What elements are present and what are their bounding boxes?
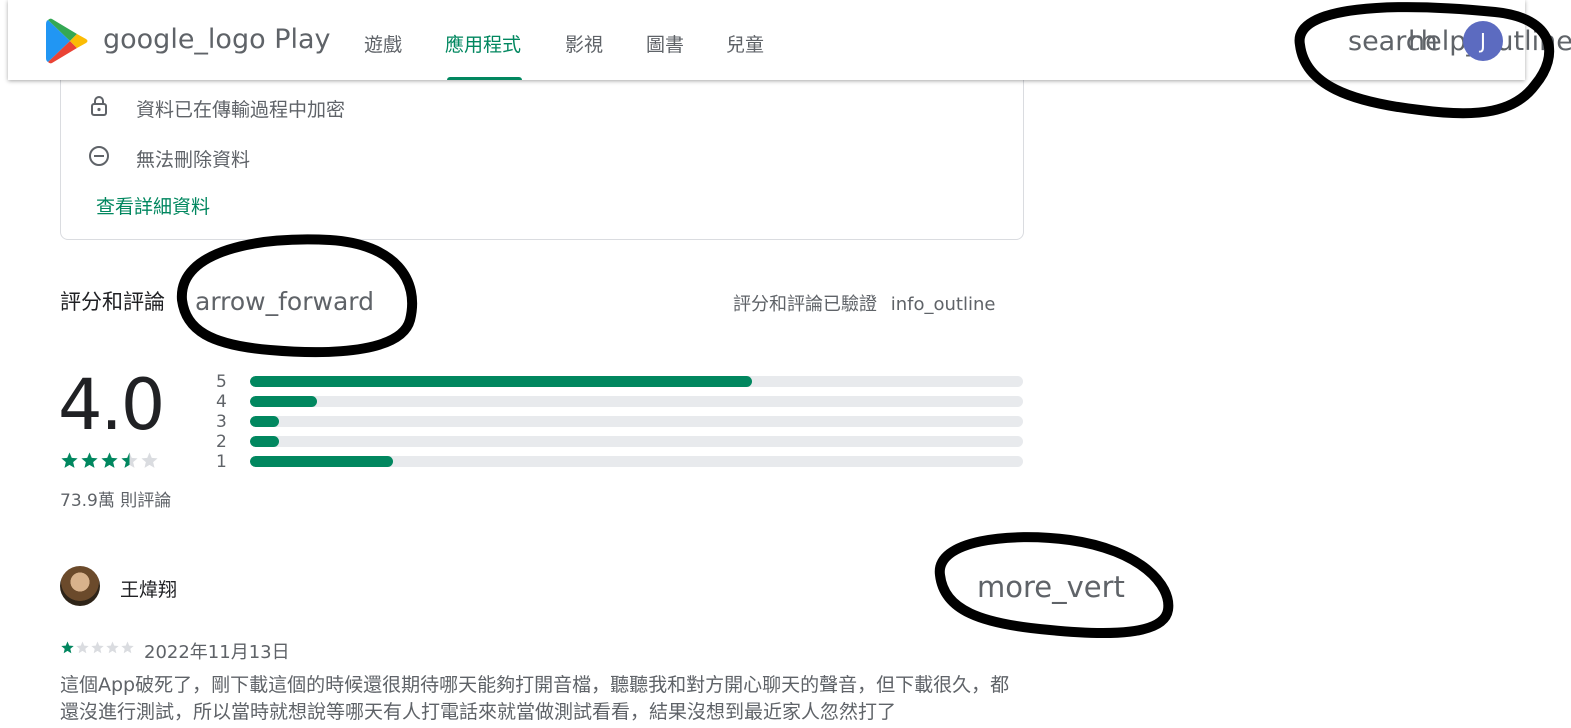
summary-star-empty	[141, 452, 158, 468]
histogram-bar-4	[250, 396, 1023, 407]
histogram-label-3: 3	[216, 412, 227, 432]
info-outline-icon[interactable]: info_outline	[891, 294, 996, 315]
ratings-section-title[interactable]: 評分和評論	[60, 286, 165, 316]
histogram-fill-2	[250, 436, 280, 447]
review-star-filled	[61, 641, 74, 654]
review-star-empty	[76, 641, 89, 654]
account-avatar[interactable]: J	[1463, 21, 1503, 61]
see-details-link[interactable]: 查看詳細資料	[96, 192, 210, 219]
summary-star-filled	[81, 452, 98, 468]
review-star-empty	[91, 641, 104, 654]
tab-apps[interactable]: 應用程式	[445, 30, 521, 57]
histogram-bar-1	[250, 456, 1023, 467]
review-count: 73.9萬 則評論	[60, 491, 172, 511]
histogram-bar-5	[250, 376, 1023, 387]
histogram-label-1: 1	[216, 452, 227, 472]
review-date: 2022年11月13日	[144, 642, 290, 663]
more-vert-icon[interactable]: more_vert	[977, 570, 1125, 604]
tab-games[interactable]: 遊戲	[364, 30, 402, 57]
histogram-label-5: 5	[216, 372, 227, 392]
average-star-rating	[61, 452, 158, 468]
tab-books[interactable]: 圖書	[646, 30, 684, 57]
tab-kids[interactable]: 兒童	[726, 30, 764, 57]
brand-name[interactable]: google_logo Play	[103, 24, 331, 55]
average-rating: 4.0	[58, 364, 165, 446]
verified-label: 評分和評論已驗證	[733, 294, 877, 315]
reviewer-name: 王煒翔	[120, 579, 178, 601]
review-star-rating	[61, 641, 134, 654]
remove-circle-icon	[89, 146, 109, 166]
google-play-logo-icon[interactable]	[46, 18, 90, 64]
ratings-verified-note: 評分和評論已驗證 info_outline	[733, 290, 995, 316]
top-app-bar: google_logo Play 遊戲 應用程式 影視 圖書 兒童 search…	[8, 0, 1571, 80]
review-body: 這個App破死了，剛下載這個的時候還很期待哪天能夠打開音檔，聽聽我和對方開心聊天…	[60, 674, 1010, 723]
arrow-forward-icon[interactable]: arrow_forward	[195, 287, 374, 316]
summary-star-filled	[101, 452, 118, 468]
histogram-fill-5	[250, 376, 753, 387]
lock-icon	[91, 96, 107, 116]
encryption-note: 資料已在傳輸過程中加密	[136, 99, 346, 121]
review-star-empty	[121, 641, 134, 654]
histogram-label-2: 2	[216, 432, 227, 452]
active-tab-indicator	[447, 77, 522, 80]
histogram-bar-2	[250, 436, 1023, 447]
histogram-bar-3	[250, 416, 1023, 427]
tab-movies[interactable]: 影視	[565, 30, 603, 57]
histogram-fill-4	[250, 396, 318, 407]
reviewer-avatar	[60, 566, 100, 606]
histogram-label-4: 4	[216, 392, 227, 412]
deletion-note: 無法刪除資料	[136, 149, 251, 171]
summary-star-filled	[61, 452, 78, 468]
histogram-fill-3	[250, 416, 279, 427]
histogram-fill-1	[250, 456, 393, 467]
review-star-empty	[106, 641, 119, 654]
